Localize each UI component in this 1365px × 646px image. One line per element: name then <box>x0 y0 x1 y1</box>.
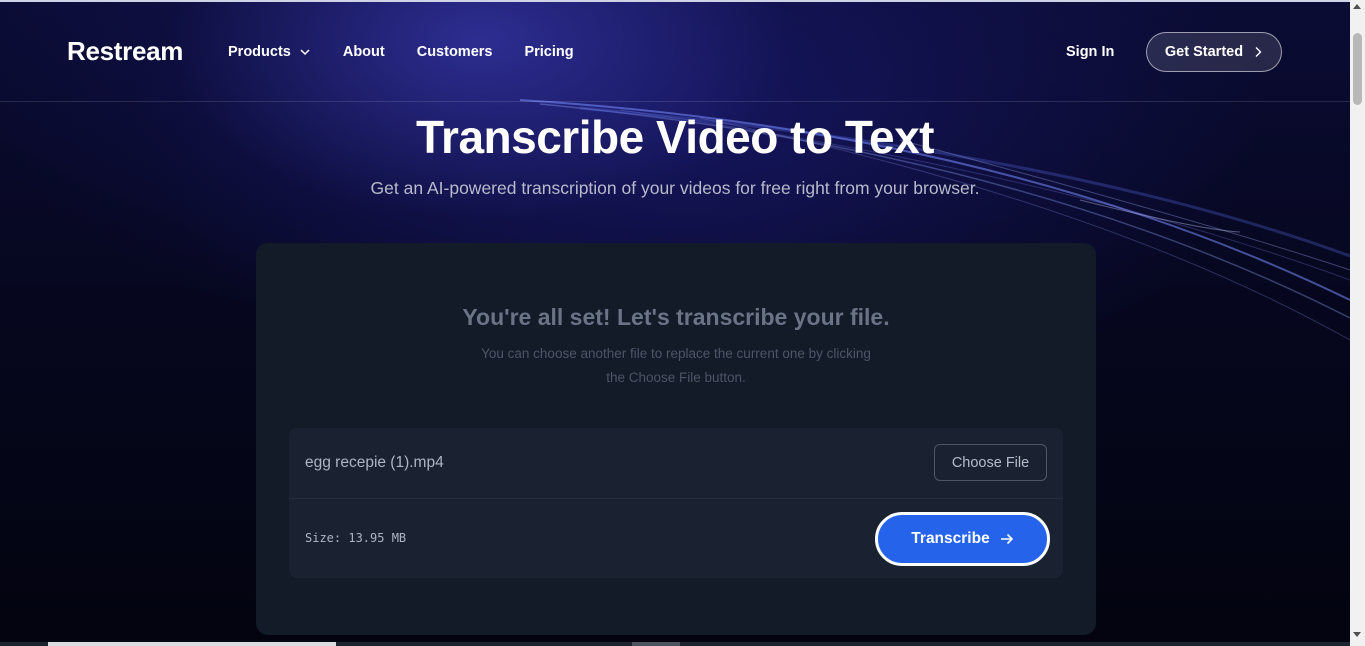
nav-item-about[interactable]: About <box>343 44 385 60</box>
page-title: Transcribe Video to Text <box>415 111 935 163</box>
file-name: egg recepie (1).mp4 <box>305 454 444 471</box>
choose-file-button[interactable]: Choose File <box>934 444 1047 481</box>
nav-item-products[interactable]: Products <box>228 44 311 60</box>
sign-in-link[interactable]: Sign In <box>1066 44 1114 60</box>
main-nav: Products About Customers Pricing <box>228 44 606 60</box>
restream-logo[interactable]: Restream <box>67 36 183 67</box>
transcribe-card: You're all set! Let's transcribe your fi… <box>256 243 1096 635</box>
file-size: Size: 13.95 MB <box>305 531 407 545</box>
chevron-right-icon <box>1255 47 1262 57</box>
file-panel: egg recepie (1).mp4 Choose File Size: 13… <box>289 428 1063 578</box>
chevron-down-icon <box>300 49 310 56</box>
nav-item-customers[interactable]: Customers <box>417 44 493 60</box>
arrow-right-icon <box>1000 533 1013 545</box>
scrollbar-thumb[interactable] <box>1353 33 1362 105</box>
page-subtitle: Get an AI-powered transcription of your … <box>370 178 980 198</box>
nav-item-pricing[interactable]: Pricing <box>524 44 573 60</box>
scroll-up-arrow-icon[interactable] <box>1353 4 1361 9</box>
transcribe-label: Transcribe <box>911 530 990 547</box>
card-title: You're all set! Let's transcribe your fi… <box>462 304 890 330</box>
transcribe-button[interactable]: Transcribe <box>875 512 1050 566</box>
get-started-label: Get Started <box>1164 44 1244 60</box>
bottom-strip-segment <box>632 642 680 646</box>
site-header: Restream Products About Customers Pricin… <box>0 2 1350 102</box>
get-started-button[interactable]: Get Started <box>1146 32 1282 72</box>
scroll-down-arrow-icon[interactable] <box>1353 632 1361 637</box>
bottom-strip <box>0 642 1350 646</box>
vertical-scrollbar[interactable] <box>1350 0 1365 646</box>
card-description: You can choose another file to replace t… <box>481 346 871 385</box>
nav-item-label: Products <box>228 44 291 60</box>
file-row: egg recepie (1).mp4 Choose File <box>289 428 1063 499</box>
bottom-strip-segment <box>48 642 336 646</box>
